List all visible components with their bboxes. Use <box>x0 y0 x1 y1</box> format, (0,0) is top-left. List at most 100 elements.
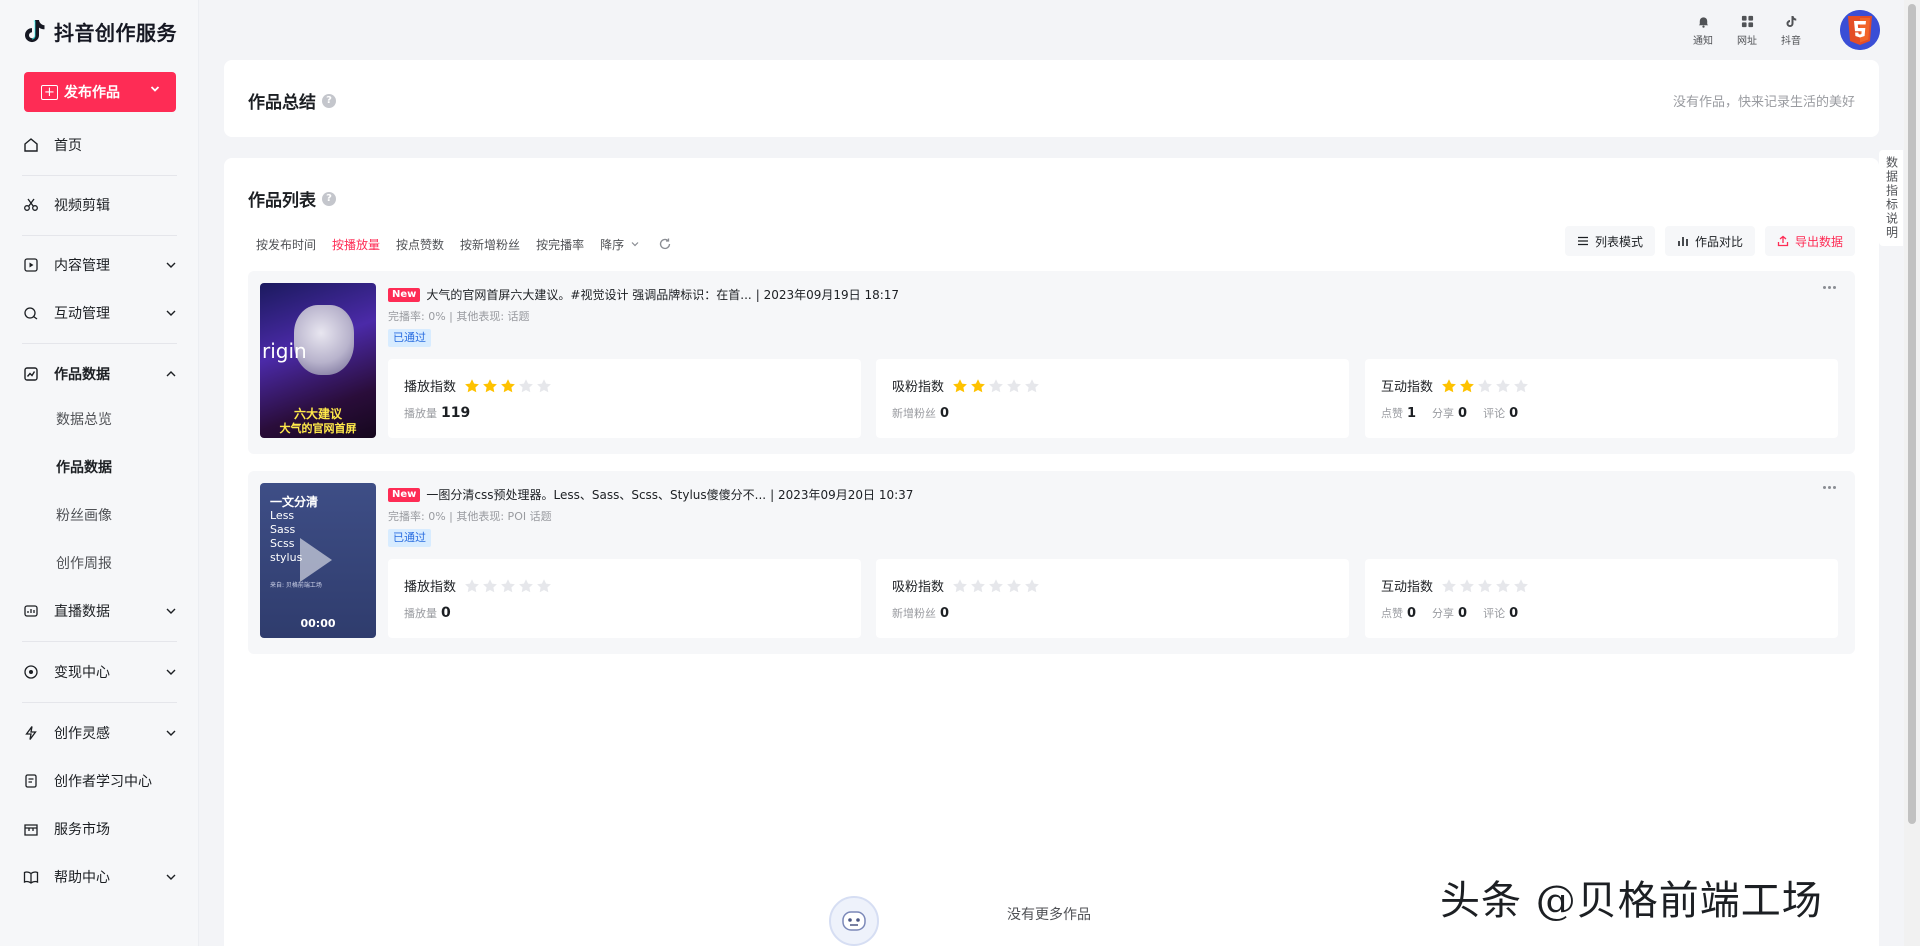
grid-icon <box>1740 14 1754 28</box>
work-thumbnail[interactable]: 一文分清 Less Sass Scss stylus 来自: 贝格前端工场 00… <box>260 483 376 638</box>
work-date: | 2023年09月19日 18:17 <box>755 288 900 302</box>
sidebar-item-label: 变现中心 <box>54 665 110 681</box>
star-rating <box>1441 578 1529 594</box>
list-title-text: 作品列表 <box>248 191 316 211</box>
star-empty-icon <box>501 578 515 592</box>
star-empty-icon <box>1478 578 1492 592</box>
douyin-label: 抖音 <box>1781 36 1801 47</box>
order-select[interactable]: 降序 <box>600 236 640 253</box>
divider <box>22 702 177 703</box>
publish-button[interactable]: + 发布作品 <box>24 72 176 112</box>
summary-title-text: 作品总结 <box>248 93 316 113</box>
sort-by-completion[interactable]: 按完播率 <box>536 236 584 253</box>
book-icon <box>22 772 40 790</box>
sidebar-subitem-weekly[interactable]: 创作周报 <box>56 548 112 578</box>
sort-by-publish-time[interactable]: 按发布时间 <box>256 236 316 253</box>
scissors-icon <box>22 196 40 214</box>
sidebar-item-home[interactable]: 首页 <box>22 125 177 165</box>
work-title[interactable]: 大气的官网首屏六大建议。#视觉设计 强调品牌标识：在首... <box>426 286 751 303</box>
likes-count: 0 <box>1407 606 1417 621</box>
thumb-caption: 大气的官网首屏 <box>279 422 357 435</box>
work-title[interactable]: 一图分清css预处理器。Less、Sass、Scss、Stylus傻傻分不... <box>426 486 766 503</box>
sidebar-subitem-overview[interactable]: 数据总览 <box>56 404 112 434</box>
bar-chart-icon <box>1678 237 1688 246</box>
work-row[interactable]: 一文分清 Less Sass Scss stylus 来自: 贝格前端工场 00… <box>248 471 1855 654</box>
help-icon[interactable]: ? <box>322 93 336 108</box>
star-empty-icon <box>1496 378 1510 392</box>
metric-label: 吸粉指数 <box>892 376 1040 395</box>
sidebar-item-inspiration[interactable]: 创作灵感 <box>22 713 177 753</box>
more-icon[interactable] <box>1823 283 1841 291</box>
notify-label: 通知 <box>1693 36 1713 47</box>
metrics-explanation-tab[interactable]: 数据指标说明 <box>1879 150 1903 246</box>
sidebar-item-content[interactable]: 内容管理 <box>22 245 177 285</box>
html5-avatar-icon <box>1840 10 1880 50</box>
star-empty-icon <box>953 578 967 592</box>
compare-button[interactable]: 作品对比 <box>1664 226 1755 256</box>
avatar[interactable] <box>1840 10 1880 50</box>
work-row[interactable]: rigin 六大建议 大气的官网首屏 New 大气的官网首屏六大建议。#视觉设计… <box>248 271 1855 454</box>
compare-label: 作品对比 <box>1694 234 1743 249</box>
sort-toolbar: 按发布时间 按播放量 按点赞数 按新增粉丝 按完播率 降序 <box>256 233 672 255</box>
divider <box>22 235 177 236</box>
star-rating <box>952 378 1040 394</box>
export-button[interactable]: 导出数据 <box>1764 226 1855 256</box>
order-label: 降序 <box>600 237 625 252</box>
chevron-down-icon <box>166 669 176 675</box>
sidebar-item-market[interactable]: 服务市场 <box>22 809 177 849</box>
star-filled-icon <box>953 378 967 392</box>
sort-by-plays[interactable]: 按播放量 <box>332 236 380 253</box>
metric-sub: 点赞 0 分享 0 评论 0 <box>1381 606 1519 621</box>
metric-sub: 新增粉丝 0 <box>892 606 950 621</box>
sidebar-item-label: 创作者学习中心 <box>54 774 152 790</box>
help-icon[interactable]: ? <box>322 191 336 206</box>
list-mode-button[interactable]: 列表模式 <box>1564 226 1655 256</box>
star-empty-icon <box>519 378 533 392</box>
more-icon[interactable] <box>1823 483 1841 491</box>
sidebar-item-learning[interactable]: 创作者学习中心 <box>22 761 177 801</box>
work-header: New 大气的官网首屏六大建议。#视觉设计 强调品牌标识：在首... | 202… <box>388 286 899 303</box>
scrollbar[interactable] <box>1904 0 1920 946</box>
sidebar-item-label: 直播数据 <box>54 604 110 620</box>
sort-by-new-fans[interactable]: 按新增粉丝 <box>460 236 520 253</box>
sidebar-item-video-edit[interactable]: 视频剪辑 <box>22 185 177 225</box>
star-empty-icon <box>989 578 1003 592</box>
sidebar-subitem-works-data[interactable]: 作品数据 <box>56 452 112 482</box>
sidebar-item-works-data[interactable]: 作品数据 <box>22 354 177 394</box>
metric-label: 播放指数 <box>404 376 552 395</box>
new-badge: New <box>388 487 421 502</box>
douyin-button[interactable]: 抖音 <box>1774 14 1808 47</box>
scrollbar-thumb[interactable] <box>1908 4 1916 824</box>
summary-title: 作品总结 ? <box>248 88 336 113</box>
chevron-down-icon[interactable] <box>150 84 160 94</box>
metric-fans: 吸粉指数 新增粉丝 0 <box>876 359 1349 438</box>
play-square-icon <box>22 256 40 274</box>
website-button[interactable]: 网址 <box>1730 14 1764 47</box>
star-empty-icon <box>1025 378 1039 392</box>
thumb-word: rigin <box>262 339 307 363</box>
sidebar-item-monetize[interactable]: 变现中心 <box>22 652 177 692</box>
sidebar-item-help[interactable]: 帮助中心 <box>22 857 177 897</box>
metric-sub: 新增粉丝 0 <box>892 406 950 421</box>
star-empty-icon <box>1007 578 1021 592</box>
sidebar-item-live-data[interactable]: 直播数据 <box>22 591 177 631</box>
divider <box>22 343 177 344</box>
work-thumbnail[interactable]: rigin 六大建议 大气的官网首屏 <box>260 283 376 438</box>
star-empty-icon <box>537 378 551 392</box>
star-empty-icon <box>1496 578 1510 592</box>
douyin-logo-icon <box>25 20 45 43</box>
star-empty-icon <box>989 378 1003 392</box>
chevron-up-icon <box>166 371 176 377</box>
new-fans-count: 0 <box>940 406 950 421</box>
refresh-icon[interactable] <box>658 237 672 251</box>
notify-button[interactable]: 通知 <box>1686 14 1720 47</box>
sort-by-likes[interactable]: 按点赞数 <box>396 236 444 253</box>
star-filled-icon <box>1460 378 1474 392</box>
sidebar-subitem-fans[interactable]: 粉丝画像 <box>56 500 112 530</box>
sidebar-item-interaction[interactable]: 互动管理 <box>22 293 177 333</box>
lightning-icon <box>22 724 40 742</box>
upload-icon <box>1777 235 1789 247</box>
brand[interactable]: 抖音创作服务 <box>22 14 177 48</box>
divider <box>22 175 177 176</box>
star-empty-icon <box>1025 578 1039 592</box>
